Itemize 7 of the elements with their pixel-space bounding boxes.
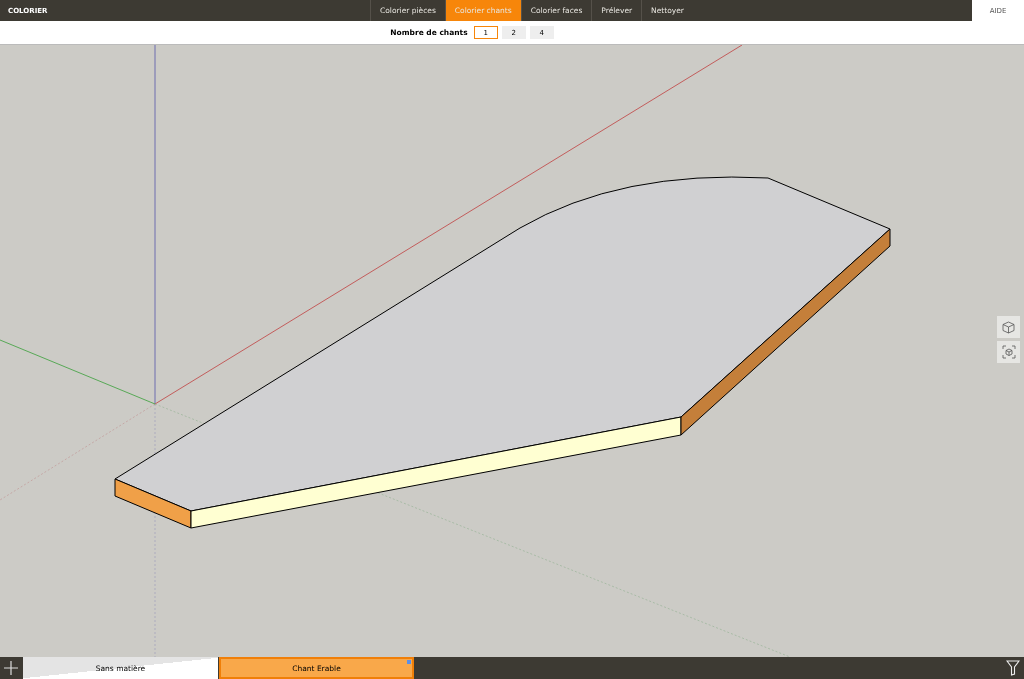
cube-icon: [1002, 320, 1015, 334]
plus-icon: [4, 661, 18, 675]
zoom-extents-button[interactable]: [997, 341, 1020, 363]
selection-marker: [407, 660, 411, 664]
framed-cube-icon: [1001, 345, 1016, 359]
filter-icon: [1006, 660, 1020, 676]
cube-view-button[interactable]: [997, 316, 1020, 338]
